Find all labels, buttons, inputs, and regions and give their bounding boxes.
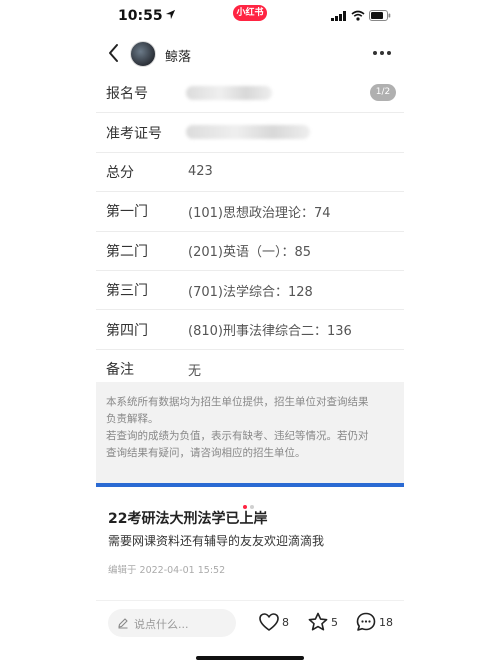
- author-name[interactable]: 鲸落: [165, 46, 191, 65]
- divider: [96, 600, 404, 601]
- row-label-total: 总分: [106, 164, 134, 181]
- row-label-ticket: 准考证号: [106, 125, 162, 142]
- row-value-subject4: (810)刑事法律综合二：136: [188, 324, 352, 340]
- notice-line: 负责解释。: [106, 413, 159, 425]
- comment-count: 18: [379, 616, 393, 629]
- comment-placeholder: 说点什么...: [134, 618, 189, 631]
- pencil-icon: [118, 618, 128, 629]
- row-label-remark: 备注: [106, 362, 134, 379]
- page-indicator-badge: 1/2: [370, 84, 396, 101]
- more-options-icon[interactable]: [372, 50, 392, 56]
- post-title: 22考研法大刑法学已上岸: [108, 511, 268, 527]
- score-row: 准考证号: [96, 113, 404, 153]
- app-badge: 小红书: [233, 5, 267, 21]
- accent-bar: [96, 483, 404, 487]
- notice-line: 若查询的成绩为负值，表示有缺考、违纪等情况。若仍对: [106, 430, 369, 442]
- comment-input[interactable]: 说点什么...: [108, 609, 236, 637]
- score-row: 第一门 (101)思想政治理论：74: [96, 192, 404, 232]
- star-icon: [308, 612, 328, 631]
- row-value-subject2: (201)英语（一）：85: [188, 245, 311, 261]
- post-header: 鲸落: [0, 34, 500, 74]
- score-row: 第二门 (201)英语（一）：85: [96, 232, 404, 271]
- score-row: 报名号 1/2: [96, 74, 404, 114]
- heart-icon: [259, 613, 279, 631]
- row-label-subject4: 第四门: [106, 322, 148, 339]
- row-value-remark: 无: [188, 363, 202, 379]
- post-body: 需要网课资料还有辅导的友友欢迎滴滴我: [108, 534, 325, 548]
- location-arrow-icon: [165, 9, 176, 20]
- author-avatar[interactable]: [130, 41, 156, 67]
- like-count: 8: [282, 616, 289, 629]
- collect-button[interactable]: 5: [307, 611, 341, 635]
- status-time: 10:55: [118, 8, 163, 24]
- notice-line: 查询结果有疑问，请咨询相应的招生单位。: [106, 447, 306, 459]
- blurred-value: [186, 125, 310, 140]
- edit-timestamp: 编辑于 2022-04-01 15:52: [108, 565, 226, 576]
- battery-icon: [369, 10, 391, 21]
- row-value-total: 423: [188, 164, 213, 180]
- collect-count: 5: [331, 616, 338, 629]
- row-label-registration: 报名号: [106, 86, 148, 103]
- bottom-action-bar: 说点什么... 8 5 18: [0, 606, 500, 640]
- comment-button[interactable]: 18: [355, 611, 395, 635]
- wifi-icon: [351, 10, 365, 21]
- score-row: 总分 423: [96, 153, 404, 193]
- row-value-subject1: (101)思想政治理论：74: [188, 205, 331, 221]
- row-value-subject3: (701)法学综合：128: [188, 284, 313, 300]
- notice-line: 本系统所有数据均为招生单位提供，招生单位对查询结果: [106, 396, 369, 408]
- score-row: 第四门 (810)刑事法律综合二：136: [96, 310, 404, 350]
- home-indicator[interactable]: [196, 656, 304, 660]
- post-image[interactable]: 报名号 1/2 准考证号 总分 423 第一门 (101)思想政治理论：74 第…: [96, 74, 404, 490]
- status-bar: 10:55 小红书: [0, 0, 500, 34]
- back-chevron-icon[interactable]: [106, 42, 122, 64]
- row-label-subject2: 第二门: [106, 243, 148, 260]
- row-label-subject1: 第一门: [106, 204, 148, 221]
- score-row: 第三门 (701)法学综合：128: [96, 271, 404, 311]
- cellular-signal-icon: [331, 11, 346, 21]
- disclaimer-notice: 本系统所有数据均为招生单位提供，招生单位对查询结果 负责解释。 若查询的成绩为负…: [96, 382, 404, 483]
- like-button[interactable]: 8: [258, 611, 292, 635]
- comment-bubble-icon: [356, 612, 376, 631]
- row-label-subject3: 第三门: [106, 283, 148, 300]
- blurred-value: [186, 86, 272, 100]
